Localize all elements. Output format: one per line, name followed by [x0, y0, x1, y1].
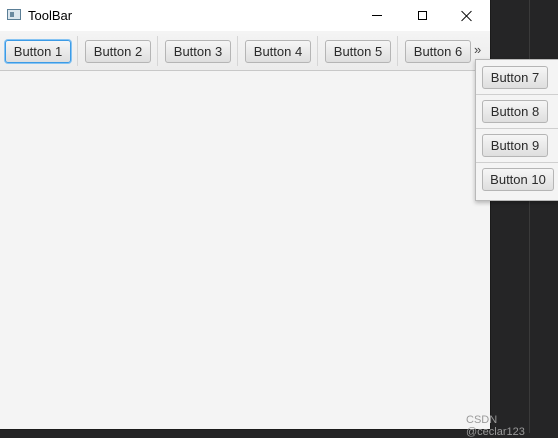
overflow-button-10[interactable]: Button 10	[482, 168, 554, 191]
overflow-separator	[476, 94, 558, 95]
toolbar-button-6[interactable]: Button 6	[405, 40, 471, 63]
toolbar-separator	[397, 36, 398, 66]
toolbar-button-2[interactable]: Button 2	[85, 40, 151, 63]
maximize-button[interactable]	[399, 0, 445, 31]
toolbar-button-3[interactable]: Button 3	[165, 40, 231, 63]
overflow-button-7[interactable]: Button 7	[482, 66, 548, 89]
toolbar-button-5[interactable]: Button 5	[325, 40, 391, 63]
overflow-button-9[interactable]: Button 9	[482, 134, 548, 157]
toolbar-separator	[77, 36, 78, 66]
toolbar-separator	[237, 36, 238, 66]
double-chevron-right-icon[interactable]: »	[474, 42, 481, 57]
maximize-icon	[417, 11, 427, 20]
window-title: ToolBar	[28, 8, 73, 23]
overflow-button-8[interactable]: Button 8	[482, 100, 548, 123]
watermark-text: CSDN @ceclar123	[466, 414, 525, 438]
toolbar-separator	[157, 36, 158, 66]
minimize-icon	[372, 15, 382, 16]
overflow-separator	[476, 128, 558, 129]
toolbar-overflow-menu: Button 7 Button 8 Button 9 Button 10	[475, 59, 558, 201]
app-window-icon	[7, 9, 21, 20]
close-icon	[461, 10, 473, 22]
toolbar-separator	[317, 36, 318, 66]
overflow-separator	[476, 162, 558, 163]
toolbar-button-1[interactable]: Button 1	[5, 40, 71, 63]
toolbar: Button 1 Button 2 Button 3 Button 4 Butt…	[0, 31, 490, 71]
close-button[interactable]	[444, 0, 490, 31]
title-bar[interactable]: ToolBar	[0, 0, 490, 31]
toolbar-button-4[interactable]: Button 4	[245, 40, 311, 63]
application-window: ToolBar Button 1 Button 2 Button 3 Butto…	[0, 0, 491, 430]
minimize-button[interactable]	[354, 0, 400, 31]
